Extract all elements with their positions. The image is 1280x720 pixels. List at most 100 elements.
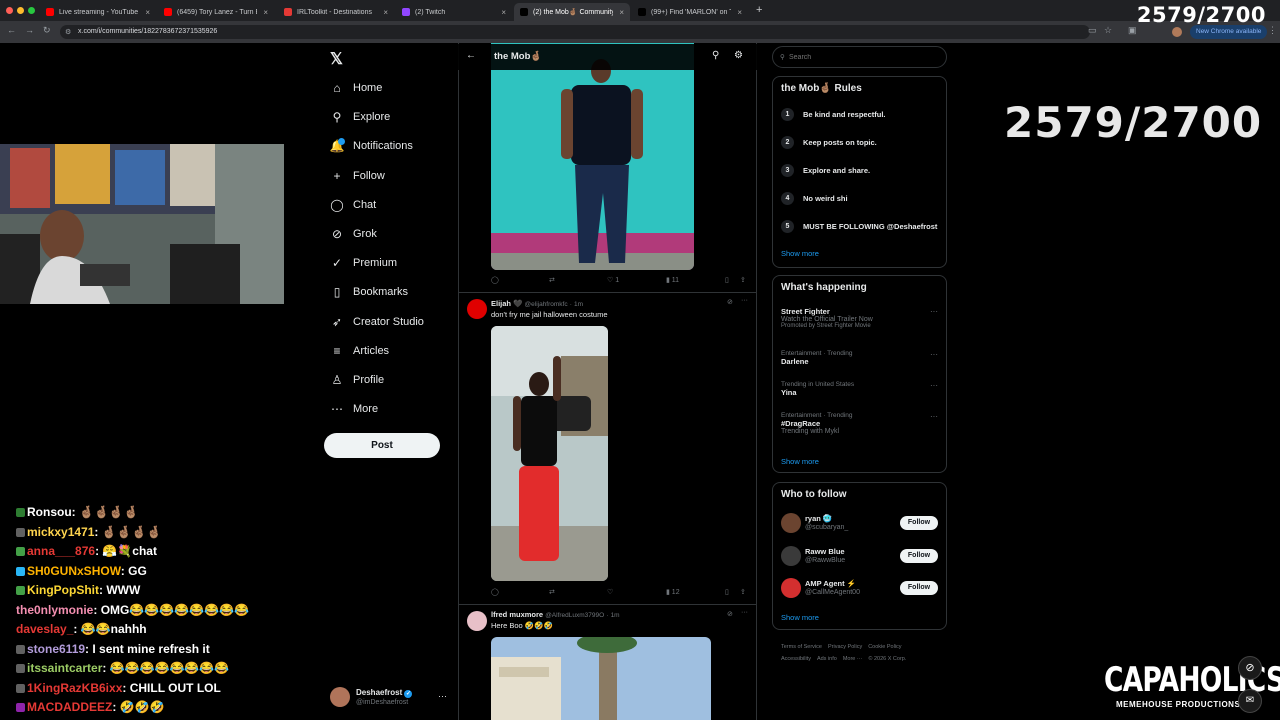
tab-close-icon[interactable]: × <box>737 8 742 17</box>
reload-icon[interactable]: ↻ <box>43 25 51 36</box>
repost-icon[interactable]: ⇄ <box>549 276 555 284</box>
bookmark-star-icon[interactable]: ☆ <box>1104 25 1112 36</box>
trend-item[interactable]: Entertainment · Trending #DragRace Trendin… <box>781 412 941 435</box>
nav-item-more[interactable]: ⋯ More <box>330 399 378 419</box>
follow-suggestion-name[interactable]: AMP Agent ⚡ <box>805 579 856 588</box>
maximize-window-button[interactable] <box>28 7 35 14</box>
browser-tab[interactable]: (6459) Tory Lanez - Turn Bac × <box>158 3 274 21</box>
who-show-more-link[interactable]: Show more <box>781 613 819 622</box>
follow-button[interactable]: Follow <box>900 581 938 595</box>
settings-gear-icon[interactable]: ⚙ <box>734 50 743 61</box>
post-avatar[interactable] <box>467 611 487 631</box>
views-count[interactable]: ▮ 12 <box>666 588 680 596</box>
nav-item-explore[interactable]: ⚲ Explore <box>330 107 391 127</box>
forward-icon[interactable]: → <box>25 25 34 35</box>
post-header[interactable]: lfred muxmore @AlfredLuxm3799O · 1m <box>491 610 620 619</box>
post-image[interactable] <box>491 326 608 581</box>
account-name[interactable]: Deshaefrost ✓ <box>356 688 413 698</box>
nav-item-profile[interactable]: ♙ Profile <box>330 370 385 390</box>
minimize-window-button[interactable] <box>17 7 24 14</box>
community-timeline[interactable]: ◯ ⇄ ♡ 1 ▮ 11 ▯ ⇪ Elijah 🖤 @elijahfromkfc… <box>458 43 757 720</box>
post-avatar[interactable] <box>467 299 487 319</box>
trend-more-icon[interactable]: ··· <box>930 381 938 390</box>
browser-tab[interactable]: (2) Twitch × <box>396 3 512 21</box>
post-author-name[interactable]: Elijah 🖤 <box>491 299 522 308</box>
tab-close-icon[interactable]: × <box>145 8 150 17</box>
reply-icon[interactable]: ◯ <box>491 588 499 596</box>
chrome-menu-icon[interactable]: ⋮ <box>1268 25 1277 36</box>
nav-item-grok[interactable]: ⊘ Grok <box>330 224 377 244</box>
follow-suggestion-avatar[interactable] <box>781 578 801 598</box>
post-header[interactable]: Elijah 🖤 @elijahfromkfc · 1m <box>491 299 583 308</box>
follow-suggestion-avatar[interactable] <box>781 513 801 533</box>
trend-item[interactable]: Street Fighter Watch the Official Trailer… <box>781 307 941 329</box>
rules-show-more-link[interactable]: Show more <box>781 249 819 258</box>
account-menu-icon[interactable]: ··· <box>438 691 447 701</box>
nav-item-bookmarks[interactable]: ▯ Bookmarks <box>330 282 408 302</box>
post-more-icon[interactable]: ··· <box>741 609 748 616</box>
bookmark-icon[interactable]: ▯ <box>725 588 729 596</box>
nav-item-follow[interactable]: + Follow <box>330 166 384 186</box>
reply-icon[interactable]: ◯ <box>491 276 499 284</box>
post-image[interactable] <box>491 43 694 270</box>
like-icon[interactable]: ♡ <box>607 588 613 596</box>
post-author-handle[interactable]: @AlfredLuxm3799O <box>545 612 604 619</box>
post-more-icon[interactable]: ··· <box>741 297 748 304</box>
nav-item-articles[interactable]: ≡ Articles <box>330 341 389 361</box>
trends-show-more-link[interactable]: Show more <box>781 457 819 466</box>
footer-link[interactable]: Cookie Policy <box>868 644 901 650</box>
views-count[interactable]: ▮ 11 <box>666 276 679 284</box>
search-input[interactable] <box>789 49 939 65</box>
x-logo-icon[interactable]: 𝕏 <box>330 49 343 69</box>
follow-button[interactable]: Follow <box>900 548 938 563</box>
nav-item-chat[interactable]: ◯ Chat <box>330 195 376 215</box>
browser-tab[interactable]: (2) the Mob🤞🏽 Community / X × <box>514 3 630 21</box>
browser-tab[interactable]: Live streaming - YouTube Stu × <box>40 3 156 21</box>
nav-item-premium[interactable]: ✓ Premium <box>330 253 397 273</box>
trend-more-icon[interactable]: ··· <box>930 307 938 316</box>
url-input[interactable]: x.com/i/communities/1822783672371535926 <box>60 25 1090 39</box>
bookmark-icon[interactable]: ▯ <box>725 276 729 284</box>
trend-item[interactable]: Entertainment · Trending Darlene <box>781 350 941 366</box>
chrome-profile-avatar[interactable] <box>1172 27 1182 37</box>
footer-link[interactable]: Ads info <box>817 656 837 662</box>
grok-post-icon[interactable]: ⊘ <box>727 610 733 618</box>
new-chrome-available-button[interactable]: New Chrome available <box>1190 25 1268 39</box>
browser-tab[interactable]: (99+) Find 'MARLON' on TikTo × <box>632 3 748 21</box>
follow-button[interactable]: Follow <box>900 516 938 530</box>
tab-close-icon[interactable]: × <box>383 8 388 17</box>
post-author-handle[interactable]: @elijahfromkfc <box>525 301 568 308</box>
new-tab-button[interactable]: + <box>756 4 762 16</box>
tab-close-icon[interactable]: × <box>501 8 506 17</box>
close-window-button[interactable] <box>6 7 13 14</box>
nav-item-home[interactable]: ⌂ Home <box>330 78 382 98</box>
nav-item-creator-studio[interactable]: ➶ Creator Studio <box>330 312 424 332</box>
post-author-name[interactable]: lfred muxmore <box>491 610 543 619</box>
share-icon[interactable]: ⇪ <box>740 276 746 284</box>
tab-close-icon[interactable]: × <box>263 8 268 17</box>
post-button[interactable]: Post <box>324 433 440 458</box>
share-icon[interactable]: ⇪ <box>740 588 746 596</box>
post-image[interactable] <box>491 637 711 720</box>
search-icon[interactable]: ⚲ <box>712 50 719 61</box>
trend-more-icon[interactable]: ··· <box>930 350 938 359</box>
trend-item[interactable]: Trending in United States Yina <box>781 381 941 397</box>
follow-suggestion-avatar[interactable] <box>781 545 801 566</box>
browser-tab[interactable]: IRLToolkit - Destinations × <box>278 3 394 21</box>
grok-post-icon[interactable]: ⊘ <box>727 298 733 306</box>
follow-suggestion-name[interactable]: ryan 🥶 <box>805 514 832 523</box>
like-button[interactable]: ♡ 1 <box>607 276 619 284</box>
grok-floating-icon[interactable]: ⊘ <box>1238 656 1262 680</box>
footer-link[interactable]: © 2026 X Corp. <box>868 656 906 662</box>
side-panel-icon[interactable]: ▣ <box>1128 25 1137 36</box>
account-avatar[interactable] <box>330 687 350 707</box>
trend-more-icon[interactable]: ··· <box>930 412 938 421</box>
back-icon[interactable]: ← <box>7 25 16 35</box>
footer-link[interactable]: Privacy Policy <box>828 644 862 650</box>
footer-link[interactable]: Accessibility <box>781 656 811 662</box>
messages-floating-icon[interactable]: ✉ <box>1238 689 1262 713</box>
tab-close-icon[interactable]: × <box>619 8 624 17</box>
follow-suggestion-name[interactable]: Raww Blue <box>805 547 845 556</box>
footer-link[interactable]: More ··· <box>843 656 863 662</box>
site-info-icon[interactable]: ⚙ <box>65 28 71 36</box>
